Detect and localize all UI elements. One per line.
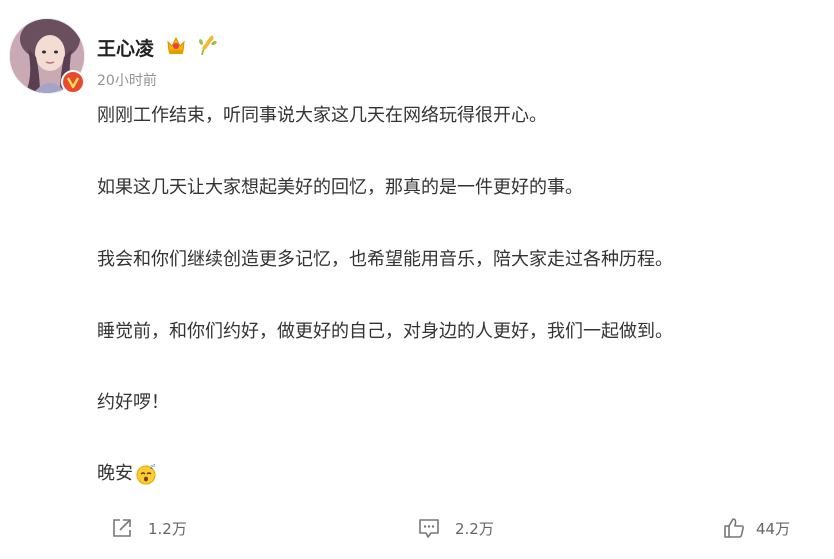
post-paragraph: 我会和你们继续创造更多记忆，也希望能用音乐，陪大家走过各种历程。 bbox=[97, 249, 673, 270]
comment-count: 2.2万 bbox=[455, 519, 494, 538]
post-paragraph: 刚刚工作结束，听同事说大家这几天在网络玩得很开心。 bbox=[97, 105, 547, 126]
thumbs-up-icon bbox=[724, 518, 744, 538]
post-paragraph: 如果这几天让大家想起美好的回忆，那真的是一件更好的事。 bbox=[97, 177, 583, 198]
comment-button[interactable]: 2.2万 bbox=[417, 516, 494, 540]
share-count: 1.2万 bbox=[148, 519, 187, 538]
like-button[interactable]: 44万 bbox=[722, 516, 790, 540]
crown-icon[interactable] bbox=[165, 34, 187, 56]
svg-text:z: z bbox=[153, 464, 156, 469]
author-name[interactable]: 王心凌 bbox=[97, 34, 154, 61]
verified-v-icon bbox=[61, 70, 85, 94]
comment-icon bbox=[419, 519, 439, 538]
sleepy-face-emoji: z z bbox=[135, 463, 157, 485]
goodnight-text: 晚安 bbox=[97, 463, 133, 484]
post-paragraph: 睡觉前，和你们约好，做更好的自己，对身边的人更好，我们一起做到。 bbox=[97, 321, 673, 342]
share-icon bbox=[113, 519, 131, 537]
wheat-icon[interactable] bbox=[196, 33, 218, 57]
post-actions-bar: 1.2万 2.2万 44万 bbox=[0, 516, 834, 548]
share-button[interactable]: 1.2万 bbox=[110, 516, 187, 540]
post-paragraph: 约好啰！ bbox=[97, 392, 169, 413]
post-paragraph-goodnight: 晚安 z z bbox=[97, 462, 157, 486]
avatar[interactable] bbox=[9, 18, 85, 94]
like-count: 44万 bbox=[756, 519, 791, 538]
post-timestamp[interactable]: 20小时前 bbox=[97, 70, 157, 90]
weibo-post-card: 王心凌 20小时前 刚刚工作结束，听同事说大家这几天在网络玩得很开心。 如果这几… bbox=[0, 0, 834, 559]
